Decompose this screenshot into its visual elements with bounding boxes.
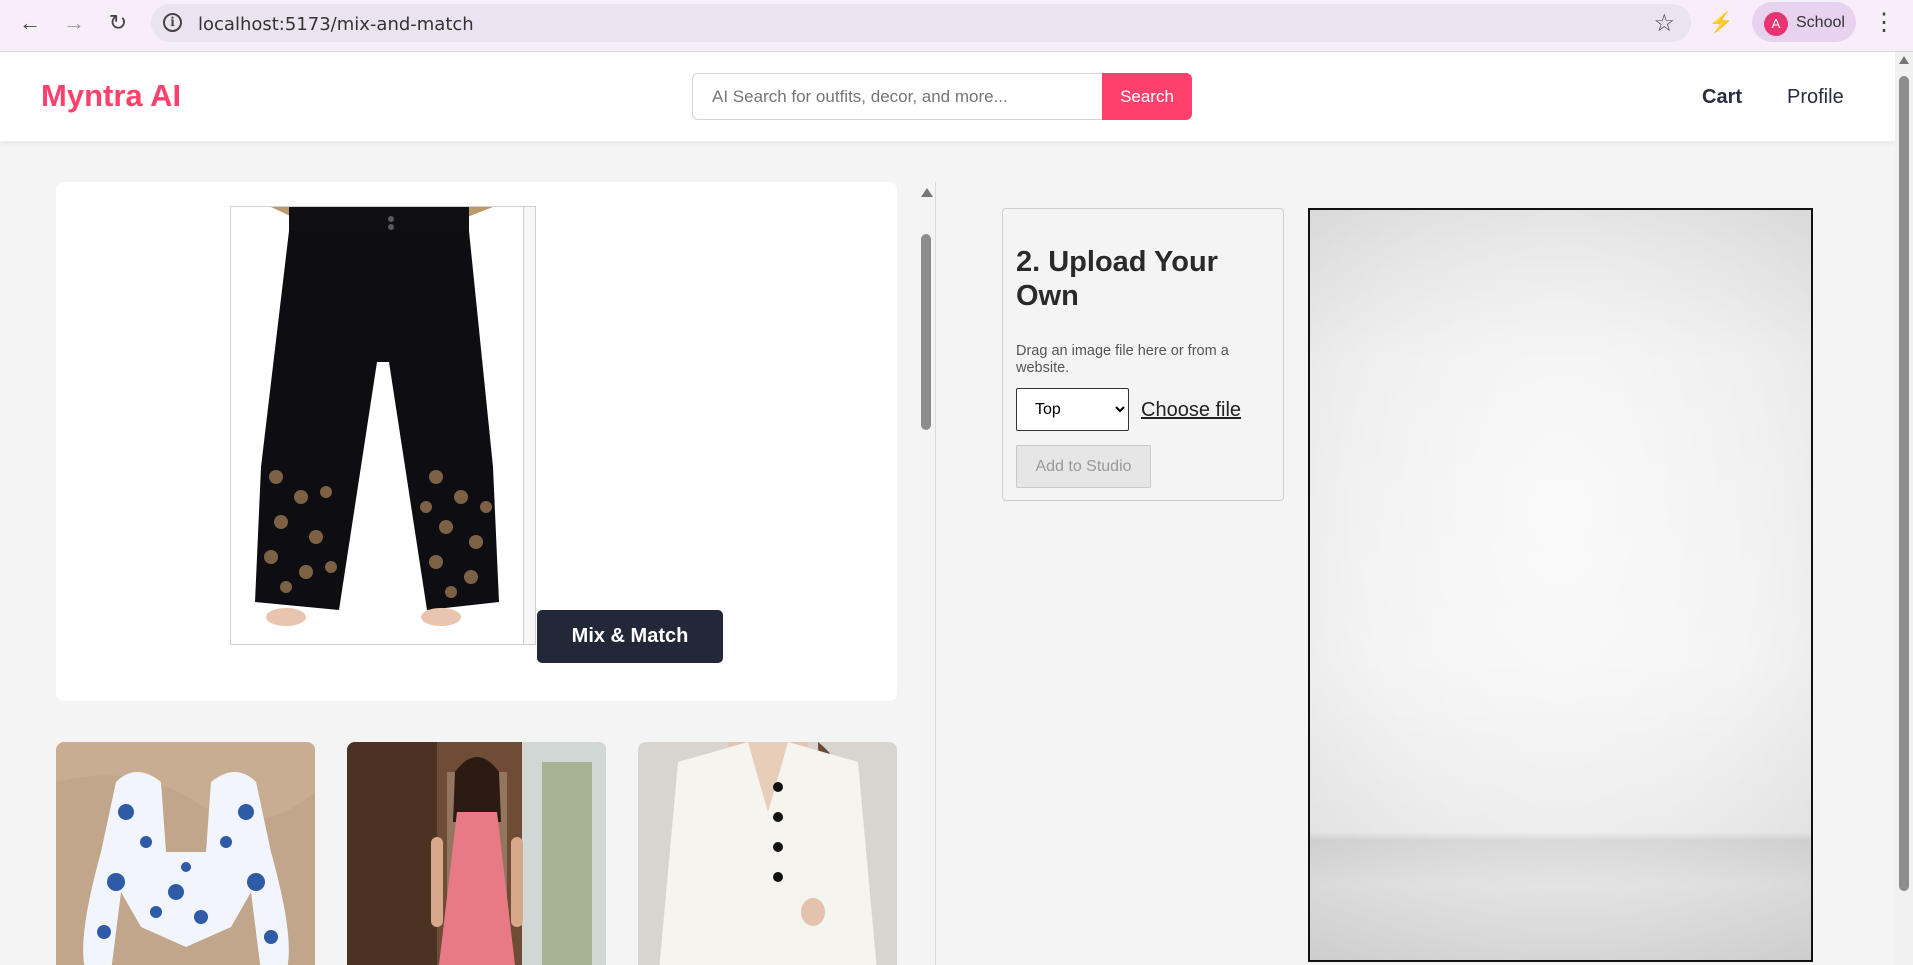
nav-cart[interactable]: Cart — [1702, 86, 1742, 109]
item-type-select[interactable]: Top — [1016, 388, 1129, 431]
product-card[interactable] — [347, 742, 606, 965]
browser-profile-button[interactable]: A School — [1752, 2, 1856, 42]
search-input[interactable] — [692, 73, 1104, 120]
upload-panel: 2. Upload Your Own Drag an image file he… — [1002, 208, 1284, 501]
item-frame-scrollbar[interactable] — [523, 207, 535, 644]
profile-name: School — [1796, 14, 1845, 31]
upload-description: Drag an image file here or from a websit… — [1016, 343, 1229, 376]
page-scrollbar-thumb[interactable] — [1899, 76, 1909, 891]
brand-logo[interactable]: Myntra AI — [41, 78, 181, 114]
url-text[interactable]: localhost:5173/mix-and-match — [198, 14, 474, 35]
nav-profile[interactable]: Profile — [1787, 86, 1844, 109]
column-scrollbar[interactable] — [918, 182, 936, 965]
white-dress-image — [638, 742, 897, 965]
upload-title: 2. Upload Your Own — [1016, 246, 1218, 312]
browser-menu-icon[interactable]: ⋮ — [1872, 8, 1896, 37]
add-to-studio-button[interactable]: Add to Studio — [1016, 445, 1151, 488]
page-viewport: Myntra AI Search Cart Profile — [0, 52, 1895, 965]
back-icon[interactable]: ← — [10, 9, 50, 37]
selected-item-frame — [230, 206, 536, 645]
mix-panel: Mix & Match — [56, 182, 897, 701]
product-card[interactable] — [638, 742, 897, 965]
studio-canvas[interactable] — [1308, 208, 1813, 962]
floral-top-image — [56, 742, 315, 965]
reload-icon[interactable]: ↻ — [98, 9, 138, 37]
page-scroll-up-icon[interactable] — [1899, 56, 1909, 64]
site-info-icon[interactable]: i — [163, 13, 182, 32]
studio-backdrop — [1310, 210, 1811, 960]
pants-image — [231, 207, 523, 644]
page-scrollbar[interactable] — [1895, 52, 1913, 965]
address-bar[interactable]: i localhost:5173/mix-and-match ☆ — [151, 4, 1691, 42]
site-header: Myntra AI Search Cart Profile — [0, 52, 1895, 141]
browser-toolbar: ← → ↻ i localhost:5173/mix-and-match ☆ ⚡… — [0, 0, 1913, 52]
mix-and-match-button[interactable]: Mix & Match — [537, 610, 723, 663]
product-card[interactable] — [56, 742, 315, 965]
search-button[interactable]: Search — [1102, 73, 1192, 120]
avatar: A — [1764, 12, 1788, 36]
pink-dress-image — [347, 742, 606, 965]
bookmark-star-icon[interactable]: ☆ — [1653, 9, 1675, 38]
scroll-up-arrow-icon[interactable] — [921, 188, 933, 197]
extension-icon[interactable]: ⚡ — [1708, 10, 1734, 36]
choose-file-button[interactable]: Choose file — [1141, 399, 1241, 422]
forward-icon[interactable]: → — [54, 9, 94, 37]
column-scrollbar-thumb[interactable] — [921, 234, 931, 430]
